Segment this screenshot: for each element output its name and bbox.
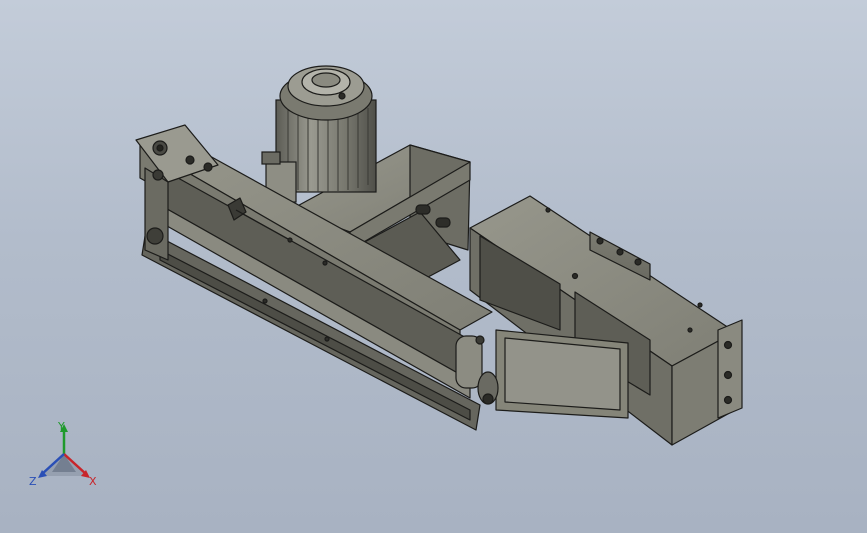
y-axis-label: Y <box>58 420 65 433</box>
x-axis-label: X <box>89 475 97 488</box>
hinged-flap <box>495 329 629 419</box>
z-axis-label: Z <box>29 475 37 488</box>
drive-motor <box>261 65 377 203</box>
graphics-viewport[interactable]: Y X Z <box>0 0 867 533</box>
cad-model-3d-view[interactable] <box>0 0 867 533</box>
